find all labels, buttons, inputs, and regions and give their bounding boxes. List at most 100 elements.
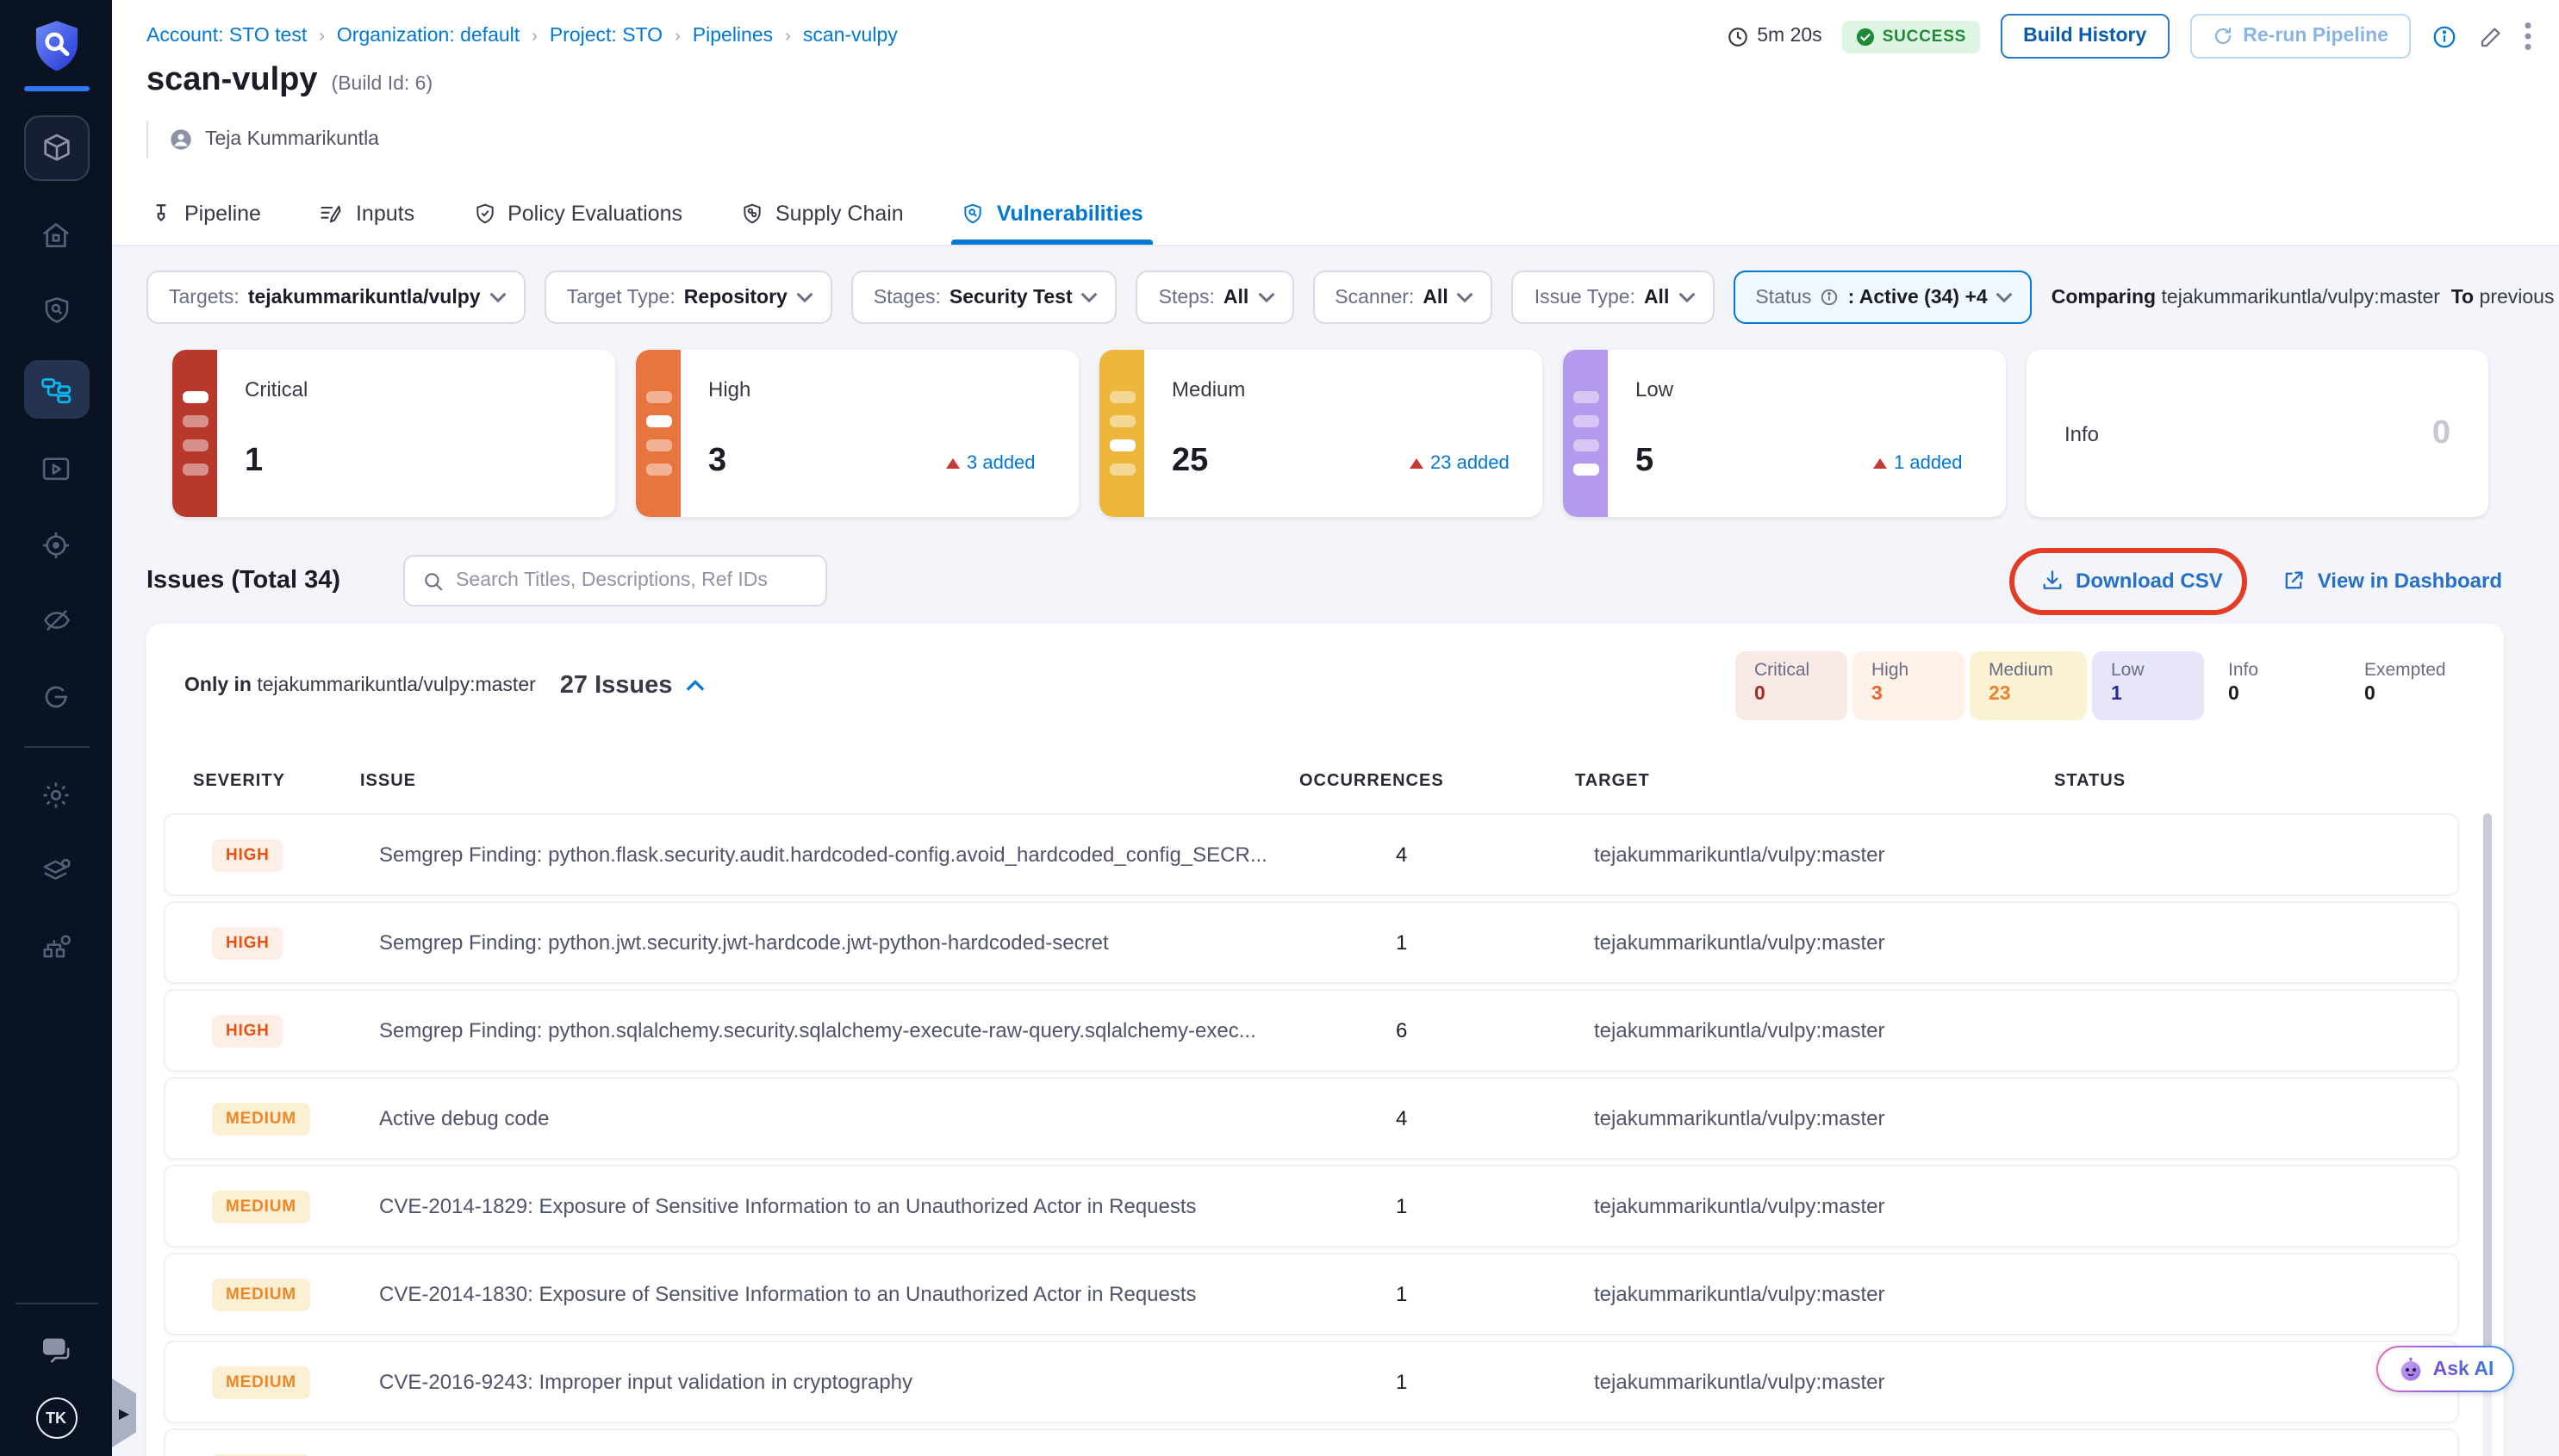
target: tejakummarikuntla/vulpy:master [1594,1018,2073,1042]
gear-icon [40,778,72,811]
page-title: scan-vulpy [146,62,318,100]
filter-status[interactable]: Status : Active (34) +4 [1733,271,2032,324]
sidebar-item-settings[interactable] [23,768,89,820]
sidebar-item-governance[interactable] [23,920,89,972]
sidebar-item-home[interactable] [23,208,89,260]
issue-row[interactable]: HIGH Semgrep Finding: python.jwt.securit… [164,901,2459,984]
issues-search[interactable] [402,555,826,607]
search-input[interactable] [456,570,807,591]
high-count: 3 [708,443,726,481]
issue-title: Semgrep Finding: python.jwt.security.jwt… [379,930,1318,955]
sidebar-item-overview[interactable] [23,284,89,336]
occurrences: 4 [1318,1106,1594,1130]
left-nav-sidebar: ? TK [0,0,112,1456]
view-in-dashboard-button[interactable]: View in Dashboard [2282,569,2502,593]
chat-help-icon: ? [39,1335,73,1366]
low-card[interactable]: Low 5 1 added [1563,350,2006,517]
filter-stages[interactable]: Stages: Security Test [851,271,1118,324]
sidebar-item-exemptions[interactable] [23,594,89,646]
sidebar-item-pipelines[interactable] [23,360,89,419]
triangle-up-icon [946,458,960,469]
filter-targets[interactable]: Targets: tejakummarikuntla/vulpy [146,271,526,324]
table-scrollbar-thumb[interactable] [2483,813,2492,1365]
chevron-down-icon [1996,291,2014,303]
sidebar-item-executions[interactable] [23,443,89,495]
tab-pipeline[interactable]: Pipeline [146,183,265,245]
target: tejakummarikuntla/vulpy:master [1594,1282,2073,1306]
tab-policy-evaluations[interactable]: Policy Evaluations [470,183,686,245]
issues-panel: Only in tejakummarikuntla/vulpy:master 2… [146,624,2504,1456]
issue-row[interactable]: HIGH Semgrep Finding: python.flask.secur… [164,813,2459,896]
issue-row[interactable]: HIGH Semgrep Finding: python.sqlalchemy.… [164,989,2459,1072]
user-avatar[interactable]: TK [35,1397,77,1439]
info-card[interactable]: Info 0 [2027,350,2488,517]
breadcrumb-current[interactable]: scan-vulpy [803,26,898,47]
breadcrumb: Account: STO test › Organization: defaul… [146,26,898,47]
person-icon [169,128,193,152]
medium-card[interactable]: Medium 25 23 added [1099,350,1542,517]
sidebar-divider [23,746,89,748]
help-button[interactable]: ? [23,1325,89,1377]
issue-count-toggle[interactable]: 27 Issues [560,672,706,700]
tab-supply-chain[interactable]: Supply Chain [738,183,907,245]
issue-row[interactable]: MEDIUM CVE-2016-9243: Improper input val… [164,1341,2459,1423]
status-badge: SUCCESS [1843,20,1980,53]
module-selector-button[interactable] [23,115,89,181]
more-options-button[interactable] [2525,22,2531,50]
issue-row[interactable]: MEDIUM Active debug code 4 tejakummariku… [164,1077,2459,1160]
harness-sto-logo-icon[interactable] [27,17,85,76]
chevron-down-icon [1678,291,1695,303]
sidebar-bottom-divider [15,1303,97,1304]
sidebar-item-targets[interactable] [23,519,89,570]
breadcrumb-account[interactable]: Account: STO test [146,26,307,47]
svg-text:?: ? [50,1341,57,1353]
critical-stripe [172,350,217,517]
filter-scanner[interactable]: Scanner: All [1312,271,1492,324]
rerun-pipeline-button[interactable]: Re-run Pipeline [2189,14,2411,59]
info-button[interactable] [2431,23,2457,49]
sidebar-item-default-settings[interactable] [23,844,89,896]
tab-inputs[interactable]: Inputs [316,183,418,245]
filter-issue-type[interactable]: Issue Type: All [1512,271,1715,324]
sidebar-item-tickets[interactable] [23,670,89,722]
issue-row[interactable]: MEDIUM CVE-2014-1829: Exposure of Sensit… [164,1165,2459,1248]
breadcrumb-separator: › [319,27,325,46]
filter-steps[interactable]: Steps: All [1136,271,1294,324]
ask-ai-button[interactable]: Ask AI [2376,1346,2514,1392]
high-card[interactable]: High 3 3 added [636,350,1079,517]
check-circle-icon [1857,27,1876,46]
occurrences: 4 [1318,843,1594,867]
occurrences: 6 [1318,1018,1594,1042]
filter-target-type[interactable]: Target Type: Repository [545,271,832,324]
chip-high: High3 [1852,651,1964,720]
medium-added: 23 added [1410,453,1510,474]
triggered-by: Teja Kummarikuntla [146,121,379,159]
eye-off-icon [39,605,73,636]
occurrences: 1 [1318,1194,1594,1218]
low-added: 1 added [1873,453,1963,474]
issue-title: Semgrep Finding: python.flask.security.a… [379,843,1318,867]
severity-badge: HIGH [212,1015,283,1048]
shield-check-icon [473,202,495,226]
chevron-down-icon [1081,291,1099,303]
info-count: 0 [2432,414,2450,452]
breadcrumb-pipelines[interactable]: Pipelines [693,26,773,47]
filters-row: Targets: tejakummarikuntla/vulpy Target … [146,271,2531,324]
layers-gear-icon [39,854,73,887]
breadcrumb-org[interactable]: Organization: default [337,26,520,47]
page-header: Account: STO test › Organization: defaul… [112,0,2559,246]
triangle-up-icon [1873,458,1887,469]
sidebar-collapse-handle[interactable]: ▶ [112,1378,136,1447]
critical-card[interactable]: Critical 1 [172,350,615,517]
issue-row[interactable]: MEDIUM CVE-2014-1830: Exposure of Sensit… [164,1253,2459,1335]
shield-chain-icon [741,202,763,226]
download-csv-button[interactable]: Download CSV [2039,569,2223,593]
executions-icon [40,454,72,483]
breadcrumb-project[interactable]: Project: STO [550,26,663,47]
edit-pipeline-button[interactable] [2478,23,2504,49]
chevron-down-icon [489,291,507,303]
cube-icon [39,131,73,165]
build-history-button[interactable]: Build History [2001,14,2169,59]
tab-vulnerabilities[interactable]: Vulnerabilities [959,183,1147,245]
issue-row-partial[interactable]: MEDIUM CVE-2017-11424: PyJWT... 1 tejaku… [164,1428,2459,1456]
